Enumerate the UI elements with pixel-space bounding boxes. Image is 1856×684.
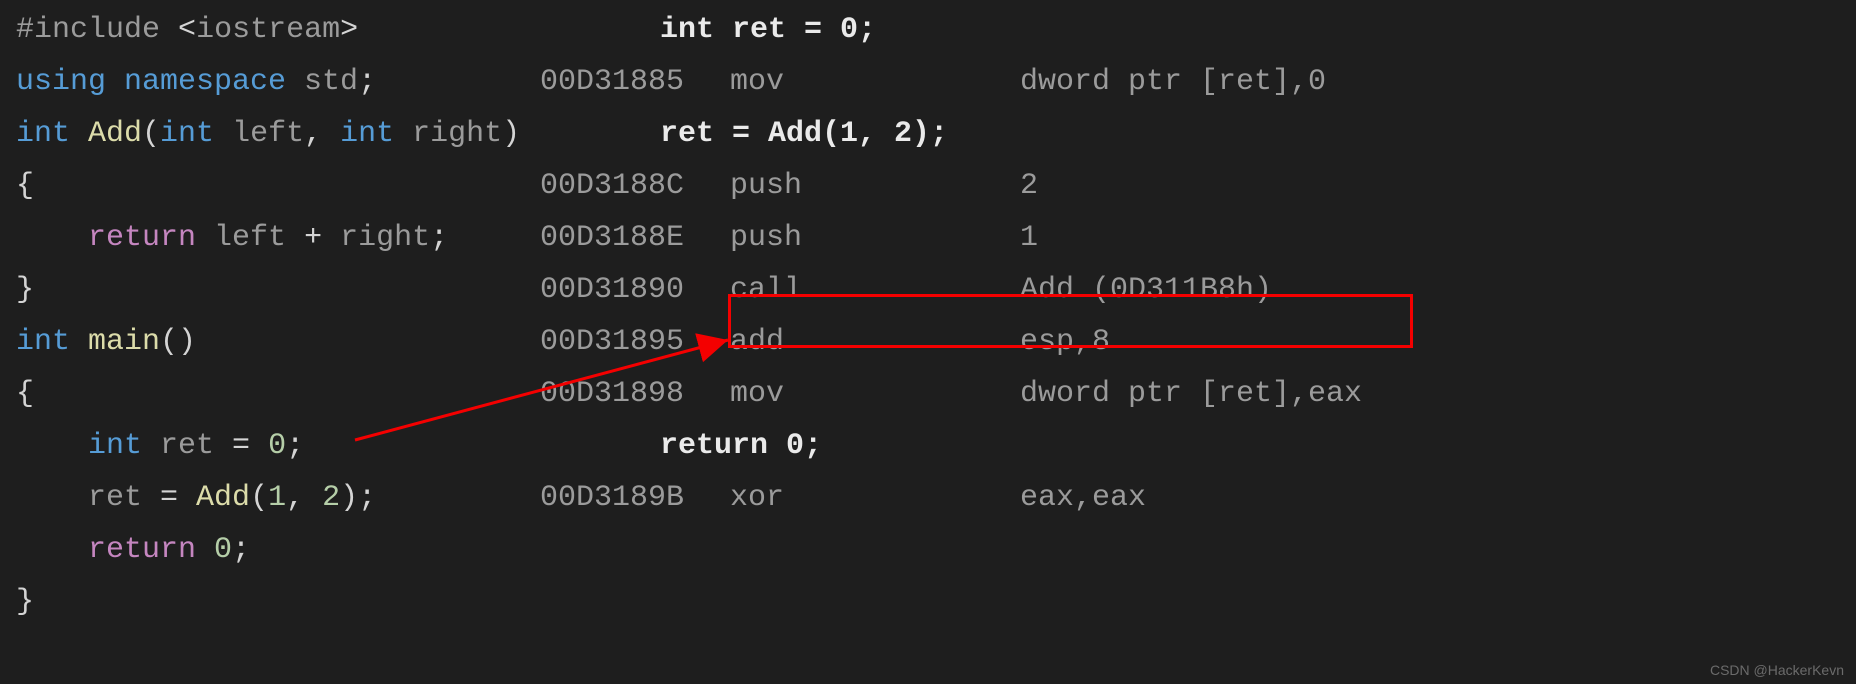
- src-line-return-sum: return left + right;: [16, 212, 516, 264]
- source-code-panel: #include <iostream> using namespace std;…: [16, 4, 516, 628]
- src-line-brace-close: }: [16, 264, 516, 316]
- disasm-operands: dword ptr [ret],eax: [1020, 368, 1362, 420]
- src-line-int-ret: int ret = 0;: [16, 420, 516, 472]
- disasm-operands: 1: [1020, 212, 1038, 264]
- disasm-row: 00D31885 mov dword ptr [ret],0: [540, 56, 1820, 108]
- disasm-operands: Add (0D311B8h): [1020, 264, 1272, 316]
- disasm-operands: esp,8: [1020, 316, 1110, 368]
- disasm-operands: dword ptr [ret],0: [1020, 56, 1326, 108]
- src-line-brace-open: {: [16, 160, 516, 212]
- disasm-addr: 00D3189B: [540, 472, 730, 524]
- disasm-row: 00D3189B xor eax,eax: [540, 472, 1820, 524]
- disasm-addr: 00D3188E: [540, 212, 730, 264]
- src-line-using: using namespace std;: [16, 56, 516, 108]
- disasm-operands: eax,eax: [1020, 472, 1146, 524]
- disasm-mnemonic: add: [730, 316, 1020, 368]
- disasm-addr: 00D31895: [540, 316, 730, 368]
- disassembly-panel: int ret = 0; 00D31885 mov dword ptr [ret…: [540, 4, 1820, 524]
- src-line-main-decl: int main(): [16, 316, 516, 368]
- disasm-addr: 00D31890: [540, 264, 730, 316]
- src-line-return-0: return 0;: [16, 524, 516, 576]
- code-disassembly-view: #include <iostream> using namespace std;…: [0, 0, 1856, 684]
- disasm-src-return-0: return 0;: [540, 420, 1820, 472]
- disasm-mnemonic: push: [730, 212, 1020, 264]
- src-line-main-open: {: [16, 368, 516, 420]
- src-line-include: #include <iostream>: [16, 4, 516, 56]
- src-line-call-add: ret = Add(1, 2);: [16, 472, 516, 524]
- disasm-row: 00D31895 add esp,8: [540, 316, 1820, 368]
- disasm-src-call-add: ret = Add(1, 2);: [540, 108, 1820, 160]
- disasm-mnemonic: call: [730, 264, 1020, 316]
- disasm-operands: 2: [1020, 160, 1038, 212]
- disasm-mnemonic: xor: [730, 472, 1020, 524]
- disasm-row-call: 00D31890 call Add (0D311B8h): [540, 264, 1820, 316]
- disasm-addr: 00D31898: [540, 368, 730, 420]
- disasm-mnemonic: mov: [730, 368, 1020, 420]
- src-line-main-close: }: [16, 576, 516, 628]
- disasm-row: 00D3188C push 2: [540, 160, 1820, 212]
- disasm-addr: 00D31885: [540, 56, 730, 108]
- disasm-row: 00D3188E push 1: [540, 212, 1820, 264]
- disasm-row: 00D31898 mov dword ptr [ret],eax: [540, 368, 1820, 420]
- disasm-addr: 00D3188C: [540, 160, 730, 212]
- disasm-src-int-ret: int ret = 0;: [540, 4, 1820, 56]
- disasm-mnemonic: push: [730, 160, 1020, 212]
- watermark: CSDN @HackerKevn: [1710, 662, 1844, 678]
- src-line-add-decl: int Add(int left, int right): [16, 108, 516, 160]
- disasm-mnemonic: mov: [730, 56, 1020, 108]
